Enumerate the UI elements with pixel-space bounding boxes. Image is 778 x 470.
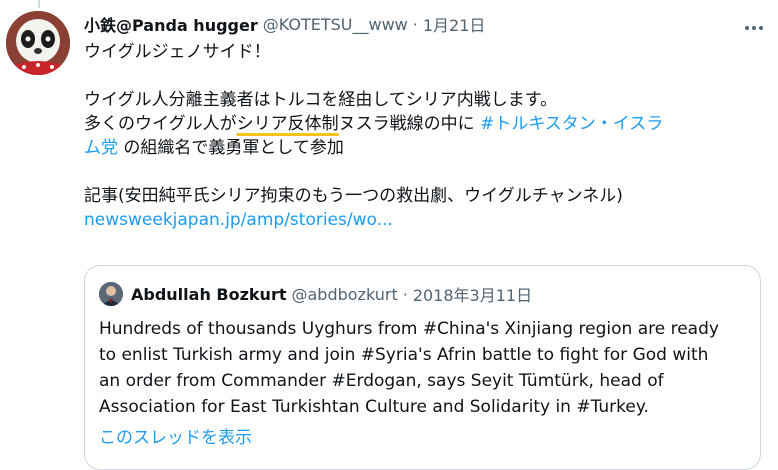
quote-line: to enlist Turkish army and join #Syria's…	[99, 345, 709, 365]
tweet-text: ウイグルジェノサイド！ ウイグル人分離主義者はトルコを経由してシリア内戦します。…	[84, 40, 764, 232]
quote-separator-dot: ·	[402, 284, 408, 304]
user-handle[interactable]: @KOTETSU__www	[263, 15, 408, 34]
highlighted-text: シリア反体制	[236, 114, 339, 134]
tweet-line-2: ウイグル人分離主義者はトルコを経由してシリア内戦します。	[84, 90, 558, 110]
quote-date: 2018年3月11日	[412, 286, 533, 305]
quoted-tweet-header: Abdullah Bozkurt @abdbozkurt · 2018年3月11…	[99, 280, 532, 308]
tweet-body: 小鉄@Panda hugger @KOTETSU__www · 1月21日 ウイ…	[84, 8, 764, 232]
quote-display-name: Abdullah Bozkurt	[131, 284, 287, 304]
tweet-header: 小鉄@Panda hugger @KOTETSU__www · 1月21日	[84, 8, 764, 40]
thread-connector-line	[38, 0, 40, 8]
hashtag-link-continued[interactable]: ム党	[84, 138, 118, 158]
quote-line: Hundreds of thousands Uyghurs from #Chin…	[99, 319, 719, 339]
text-segment: ヌスラ戦線の中に	[338, 114, 481, 134]
user-avatar[interactable]	[6, 11, 70, 75]
tweet-line-3: 多くのウイグル人がシリア反体制ヌスラ戦線の中に #トルキスタン・イスラ	[84, 112, 764, 136]
separator-dot: ·	[412, 14, 418, 34]
tweet-line-1: ウイグルジェノサイド！	[84, 42, 271, 62]
show-thread-link[interactable]: このスレッドを表示	[99, 423, 252, 448]
article-link[interactable]: newsweekjapan.jp/amp/stories/wo...	[84, 208, 764, 232]
text-segment: の組織名で義勇軍として参加	[118, 138, 344, 158]
quote-line: an order from Commander #Erdogan, says S…	[99, 371, 664, 391]
quote-line: Association for East Turkishtan Culture …	[99, 397, 649, 417]
tweet-date[interactable]: 1月21日	[423, 12, 486, 36]
more-options-button[interactable]	[742, 18, 766, 38]
quote-user-handle: @abdbozkurt	[291, 284, 398, 304]
quoted-tweet-text: Hundreds of thousands Uyghurs from #Chin…	[99, 316, 749, 420]
quote-avatar	[99, 282, 123, 306]
profile-photo-icon	[99, 282, 123, 306]
tweet-line-4: ム党 の組織名で義勇軍として参加	[84, 136, 764, 160]
text-segment: 多くのウイグル人が	[84, 114, 237, 134]
tweet-line-5: 記事(安田純平氏シリア拘束のもう一つの救出劇、ウイグルチャンネル)	[84, 186, 623, 206]
display-name[interactable]: 小鉄@Panda hugger	[84, 12, 258, 36]
panda-avatar-icon	[6, 11, 70, 75]
hashtag-link[interactable]: #トルキスタン・イスラ	[480, 114, 663, 134]
quoted-tweet-card[interactable]: Abdullah Bozkurt @abdbozkurt · 2018年3月11…	[84, 265, 761, 470]
